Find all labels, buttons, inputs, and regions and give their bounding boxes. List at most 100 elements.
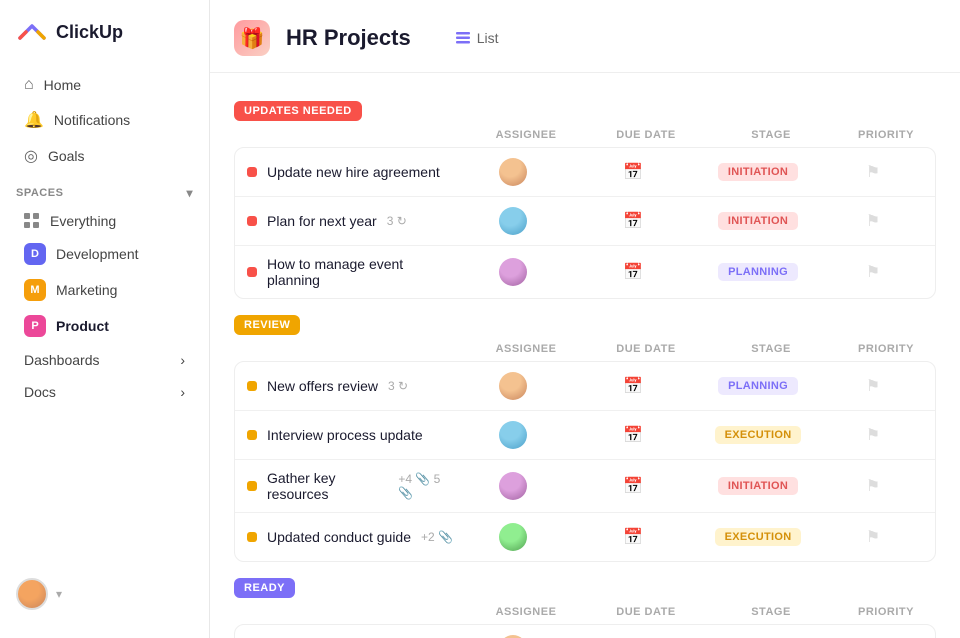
logo-area: ClickUp [0, 16, 209, 68]
task-name-cell: Interview process update [247, 427, 453, 443]
stage-badge: PLANNING [718, 377, 798, 395]
list-view-button[interactable]: List [443, 24, 511, 52]
task-name-cell: Gather key resources +4 📎 5 📎 [247, 470, 453, 502]
avatar [499, 523, 527, 551]
due-date-cell: 📅 [573, 262, 693, 282]
main-content: 🎁 HR Projects List UPDATES NEEDED ASSIGN… [210, 0, 960, 638]
sidebar-item-development[interactable]: D Development [8, 236, 201, 272]
sidebar-item-home-label: Home [44, 77, 81, 93]
table-row[interactable]: How to manage event planning 📅 PLANNING … [235, 246, 935, 298]
group-header-updates: UPDATES NEEDED [234, 101, 936, 121]
assignee-cell [453, 207, 573, 235]
calendar-icon: 📅 [623, 262, 643, 282]
calendar-icon: 📅 [623, 425, 643, 445]
calendar-icon: 📅 [623, 162, 643, 182]
flag-icon: ⚑ [866, 376, 880, 396]
assignee-cell [453, 523, 573, 551]
table-row[interactable]: Update new hire agreement 📅 INITIATION ⚑ [235, 148, 935, 197]
col-assignee-2: ASSIGNEE [466, 343, 586, 355]
col-priority-3: PRIORITY [836, 606, 936, 618]
priority-cell: ⚑ [823, 527, 923, 547]
col-stage-3: STAGE [706, 606, 836, 618]
sidebar-item-notifications[interactable]: 🔔 Notifications [8, 102, 201, 138]
bell-icon: 🔔 [24, 110, 44, 130]
stage-cell: INITIATION [693, 477, 823, 495]
col-assignee-3: ASSIGNEE [466, 606, 586, 618]
sidebar-item-goals-label: Goals [48, 148, 85, 164]
flag-icon: ⚑ [866, 262, 880, 282]
group-updates-needed: UPDATES NEEDED ASSIGNEE DUE DATE STAGE P… [234, 101, 936, 299]
clickup-logo-icon [16, 16, 48, 48]
table-row[interactable]: Updated conduct guide +2 📎 📅 EXECUTION ⚑ [235, 513, 935, 561]
group-badge-review: REVIEW [234, 315, 300, 335]
assignee-cell [453, 472, 573, 500]
flag-icon: ⚑ [866, 211, 880, 231]
task-name-cell: How to manage event planning [247, 256, 453, 288]
sidebar-item-marketing[interactable]: M Marketing [8, 272, 201, 308]
development-dot: D [24, 243, 46, 265]
stage-badge: INITIATION [718, 163, 798, 181]
sidebar-item-dashboards[interactable]: Dashboards › [8, 344, 201, 376]
assignee-cell [453, 158, 573, 186]
sidebar-item-docs[interactable]: Docs › [8, 376, 201, 408]
calendar-icon: 📅 [623, 376, 643, 396]
flag-icon: ⚑ [866, 476, 880, 496]
calendar-icon: 📅 [623, 476, 643, 496]
avatar [499, 472, 527, 500]
task-name: How to manage event planning [267, 256, 453, 288]
stage-badge: INITIATION [718, 477, 798, 495]
task-dot [247, 481, 257, 491]
table-row[interactable]: Gather key resources +4 📎 5 📎 📅 INITIATI… [235, 460, 935, 513]
assignee-cell [453, 372, 573, 400]
spaces-section-header: Spaces ▾ [0, 174, 209, 206]
task-name: Gather key resources [267, 470, 388, 502]
sidebar-item-goals[interactable]: ◎ Goals [8, 138, 201, 174]
table-row[interactable]: New contractor agreement 📅 PLANNING ⚑ [235, 625, 935, 638]
flag-icon: ⚑ [866, 162, 880, 182]
col-priority-2: PRIORITY [836, 343, 936, 355]
stage-badge: INITIATION [718, 212, 798, 230]
sidebar-item-everything[interactable]: Everything [8, 206, 201, 236]
space-product-label: Product [56, 318, 109, 334]
list-view-label: List [477, 30, 499, 46]
table-row[interactable]: New offers review 3 ↻ 📅 PLANNING ⚑ [235, 362, 935, 411]
stage-cell: PLANNING [693, 263, 823, 281]
col-task [234, 606, 466, 618]
task-dot [247, 216, 257, 226]
task-name: Updated conduct guide [267, 529, 411, 545]
stage-cell: INITIATION [693, 163, 823, 181]
logo-text: ClickUp [56, 22, 123, 43]
everything-grid-icon [24, 213, 40, 229]
task-dot [247, 167, 257, 177]
user-chevron-icon: ▾ [56, 587, 62, 601]
stage-badge: PLANNING [718, 263, 798, 281]
task-dot [247, 381, 257, 391]
task-name: Plan for next year [267, 213, 377, 229]
sidebar-item-notifications-label: Notifications [54, 112, 130, 128]
table-row[interactable]: Plan for next year 3 ↻ 📅 INITIATION ⚑ [235, 197, 935, 246]
page-title: HR Projects [286, 25, 411, 51]
priority-cell: ⚑ [823, 425, 923, 445]
assignee-cell [453, 258, 573, 286]
flag-icon: ⚑ [866, 425, 880, 445]
assignee-cell [453, 421, 573, 449]
avatar [499, 158, 527, 186]
table-row[interactable]: Interview process update 📅 EXECUTION ⚑ [235, 411, 935, 460]
calendar-icon: 📅 [623, 527, 643, 547]
task-name: Update new hire agreement [267, 164, 440, 180]
stage-badge: EXECUTION [715, 528, 802, 546]
main-header: 🎁 HR Projects List [210, 0, 960, 73]
task-meta: 3 ↻ [387, 214, 407, 228]
group-review: REVIEW ASSIGNEE DUE DATE STAGE PRIORITY … [234, 315, 936, 562]
list-view-icon [455, 30, 471, 46]
sidebar-item-product[interactable]: P Product [8, 308, 201, 344]
group-ready: READY ASSIGNEE DUE DATE STAGE PRIORITY N… [234, 578, 936, 638]
marketing-dot: M [24, 279, 46, 301]
stage-badge: EXECUTION [715, 426, 802, 444]
sidebar-item-home[interactable]: ⌂ Home [8, 68, 201, 102]
task-name-cell: Plan for next year 3 ↻ [247, 213, 453, 229]
task-group-review: New offers review 3 ↻ 📅 PLANNING ⚑ [234, 361, 936, 562]
chevron-right-icon: › [180, 352, 185, 368]
home-icon: ⌂ [24, 76, 34, 94]
user-avatar[interactable] [16, 578, 48, 610]
